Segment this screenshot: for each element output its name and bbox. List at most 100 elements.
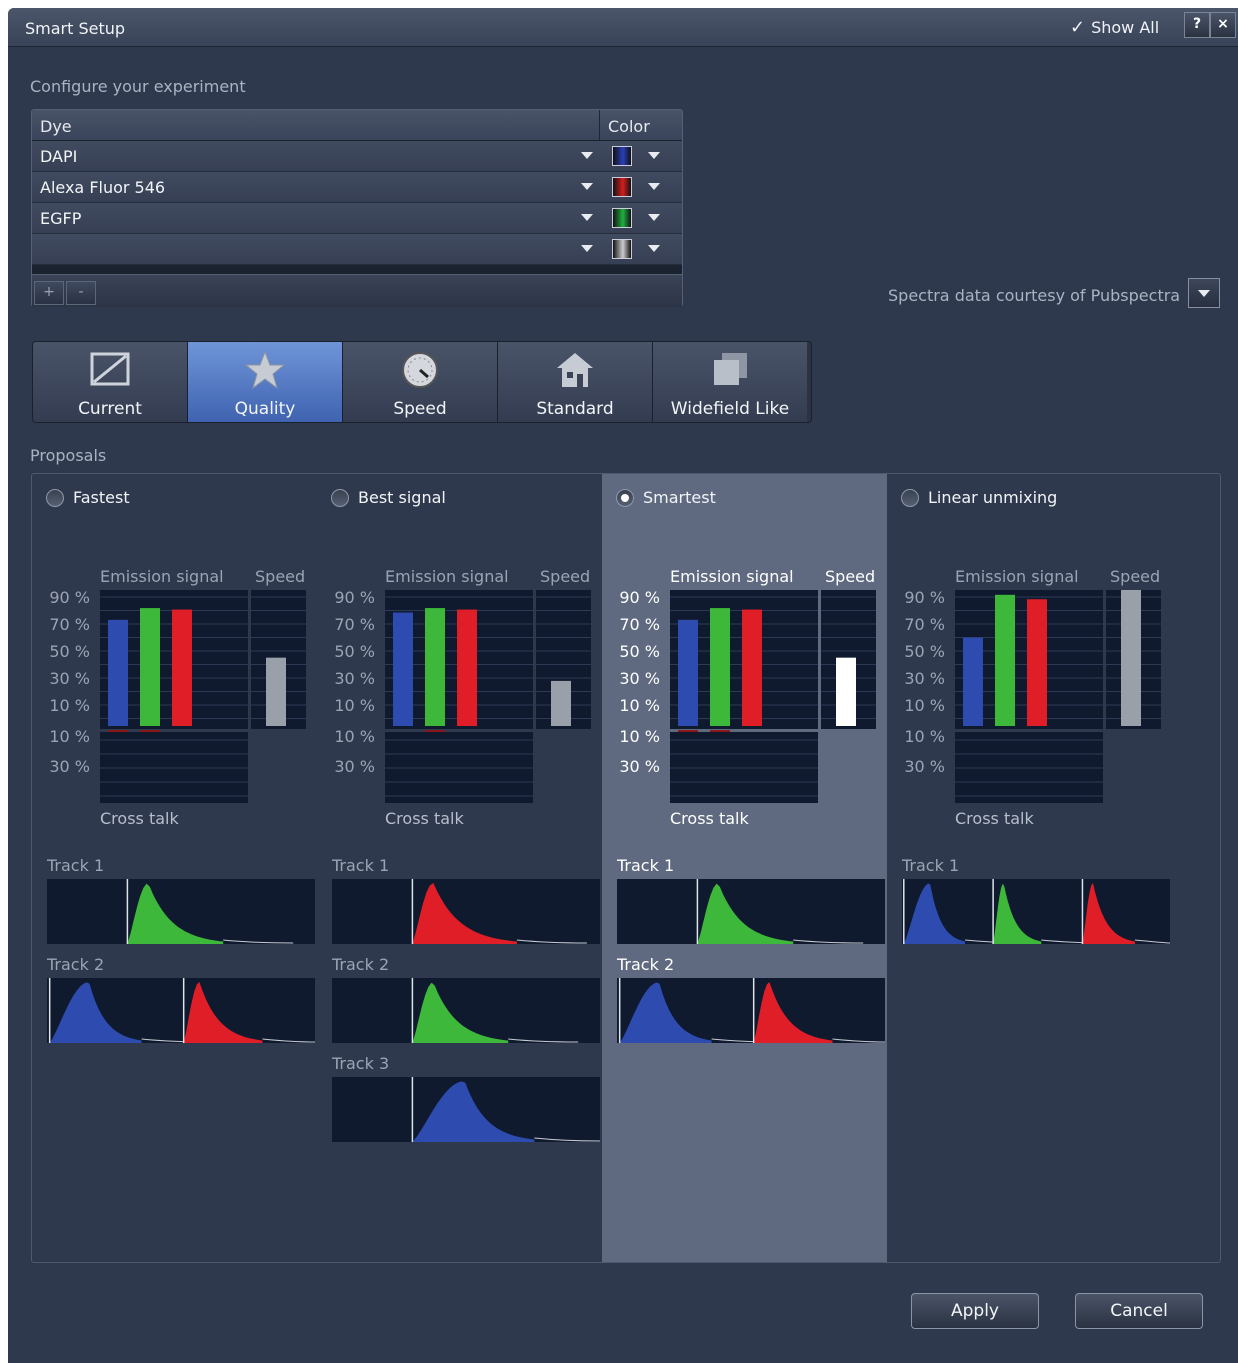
mode-label: Standard [536,399,614,419]
mode-label: Speed [393,399,447,419]
color-dropdown-icon[interactable] [648,245,660,252]
crosstalk-label: Cross talk [385,809,464,828]
mode-current[interactable]: Current [33,342,188,422]
color-swatch[interactable] [612,239,632,259]
dye-row[interactable] [32,234,682,265]
current-icon [90,350,130,390]
proposal-fastest[interactable]: Fastest Emission signal Speed 90 % 70 % 50 % 3… [32,474,317,1262]
proposals-label: Proposals [30,446,107,465]
track-spectrum [902,879,1170,944]
speed-label: Speed [1110,567,1161,586]
mode-label: Quality [234,399,296,419]
y-tick-label: 10 % [334,696,375,715]
dye-dropdown-icon[interactable] [581,214,593,221]
show-all-label: Show All [1091,18,1160,37]
close-button[interactable]: × [1210,12,1236,38]
crosstalk-mark [710,730,730,732]
color-dropdown-icon[interactable] [648,183,660,190]
proposal-radio[interactable] [901,489,919,507]
speed-bar [266,657,286,726]
y-tick-label: 50 % [334,642,375,661]
spectra-dropdown-button[interactable] [1188,278,1220,308]
proposal-smartest[interactable]: Smartest Emission signal Speed 90 % 70 % 50 %… [602,474,887,1262]
track-label: Track 3 [332,1054,390,1073]
track-spectrum [617,978,885,1043]
apply-button[interactable]: Apply [911,1293,1039,1329]
dye-name: EGFP [40,209,82,228]
emission-bar-blue [393,612,413,726]
mode-speed[interactable]: Speed [343,342,498,422]
y-tick-label: 30 % [49,669,90,688]
track-spectrum [332,879,600,944]
dye-table: Dye Color DAPI Alexa Fluor 546 EGFP + - [31,109,683,307]
emission-bar-blue [108,619,128,726]
color-swatch[interactable] [612,146,632,166]
proposal-radio[interactable] [331,489,349,507]
crosstalk-tick-label: 10 % [904,727,945,746]
emission-bar-red [1027,599,1047,726]
y-tick-label: 10 % [904,696,945,715]
spectra-note: Spectra data courtesy of Pubspectra [888,286,1181,305]
speed-bar [551,680,571,726]
track-label: Track 2 [617,955,675,974]
proposal-name: Fastest [73,488,130,507]
help-button[interactable]: ? [1184,12,1210,38]
cancel-button[interactable]: Cancel [1075,1293,1203,1329]
y-tick-label: 90 % [619,588,660,607]
emission-bar-red [172,609,192,726]
configure-label: Configure your experiment [30,77,246,96]
dye-dropdown-icon[interactable] [581,152,593,159]
track-spectrum [47,978,315,1043]
proposal-radio[interactable] [46,489,64,507]
dye-row[interactable]: DAPI [32,141,682,172]
add-dye-button[interactable]: + [34,281,64,305]
color-dropdown-icon[interactable] [648,152,660,159]
color-dropdown-icon[interactable] [648,214,660,221]
widefield-icon [710,350,750,390]
emission-signal-label: Emission signal [955,567,1079,586]
color-swatch[interactable] [612,177,632,197]
crosstalk-tick-label: 30 % [334,757,375,776]
dye-name: DAPI [40,147,78,166]
dye-dropdown-icon[interactable] [581,245,593,252]
emission-signal-label: Emission signal [100,567,224,586]
crosstalk-label: Cross talk [955,809,1034,828]
emission-bar-red [457,609,477,726]
remove-dye-button[interactable]: - [66,281,96,305]
proposal-linear-unmixing[interactable]: Linear unmixing Emission signal Speed 90 % 7… [887,474,1172,1262]
mode-standard[interactable]: Standard [498,342,653,422]
proposal-radio[interactable] [616,489,634,507]
proposal-name: Best signal [358,488,446,507]
track-spectrum [617,879,885,944]
proposal-name: Smartest [643,488,716,507]
y-tick-label: 90 % [334,588,375,607]
star-icon [245,350,285,390]
track-label: Track 1 [902,856,960,875]
y-tick-label: 10 % [49,696,90,715]
speed-bar [836,657,856,726]
y-tick-label: 30 % [619,669,660,688]
speed-bar [1121,590,1141,726]
mode-widefield-like[interactable]: Widefield Like [653,342,807,422]
dye-dropdown-icon[interactable] [581,183,593,190]
mode-quality[interactable]: Quality [188,342,343,422]
emission-speed-chart [100,590,306,803]
crosstalk-mark [678,730,698,732]
y-tick-label: 50 % [49,642,90,661]
crosstalk-label: Cross talk [670,809,749,828]
track-spectrum [47,879,315,944]
emission-signal-label: Emission signal [670,567,794,586]
dye-row[interactable]: EGFP [32,203,682,234]
track-label: Track 1 [332,856,390,875]
track-label: Track 1 [47,856,105,875]
smart-setup-window: Smart Setup ✓ Show All ? × Configure your… [8,8,1238,1363]
mode-label: Widefield Like [670,399,790,419]
proposal-best-signal[interactable]: Best signal Emission signal Speed 90 % 70 % 5… [317,474,602,1262]
color-column-header: Color [608,117,650,136]
crosstalk-tick-label: 10 % [334,727,375,746]
show-all-toggle[interactable]: ✓ Show All [1070,17,1159,38]
color-swatch[interactable] [612,208,632,228]
emission-bar-green [425,608,445,726]
y-tick-label: 70 % [334,615,375,634]
dye-row[interactable]: Alexa Fluor 546 [32,172,682,203]
